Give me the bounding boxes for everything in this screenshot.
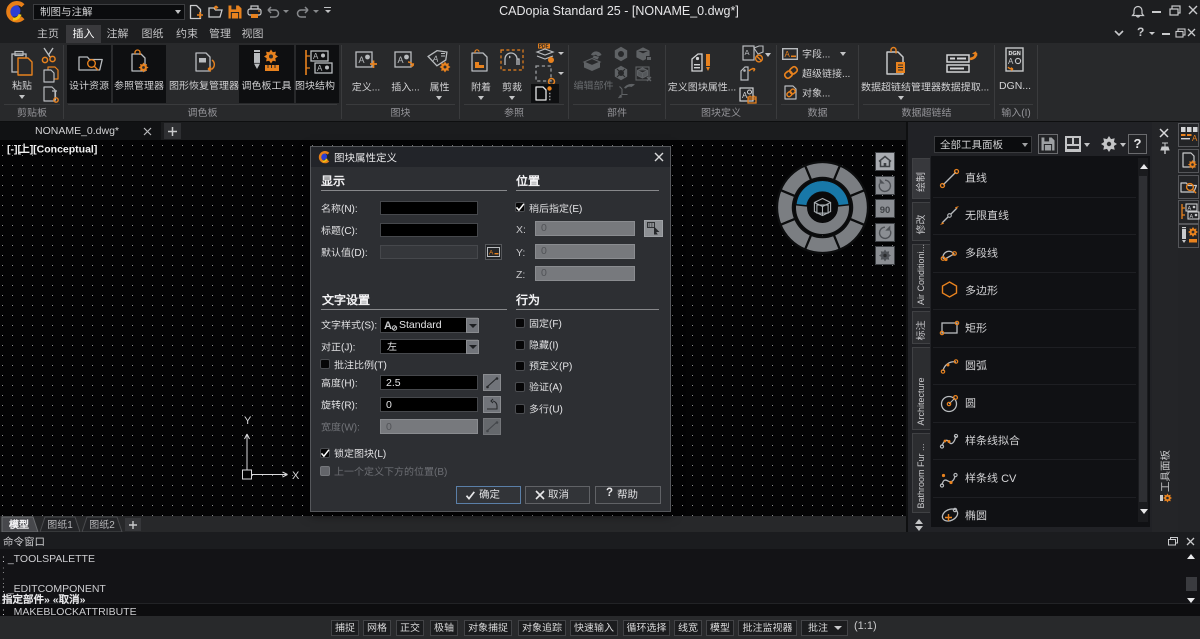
svg-text:(B): (B) <box>434 467 447 478</box>
svg-text:][Conceptual]: ][Conceptual] <box>30 143 98 155</box>
svg-text:Bathroom Fur ...: Bathroom Fur ... <box>916 443 926 508</box>
svg-text:...: ... <box>842 69 850 80</box>
svg-text:...: ... <box>372 83 380 94</box>
svg-text:(E): (E) <box>569 204 582 215</box>
svg-text:...: ... <box>411 83 419 94</box>
svg-text:Architecture: Architecture <box>916 377 926 425</box>
svg-text:...: ... <box>822 89 830 100</box>
svg-text:»: » <box>80 594 86 606</box>
svg-text:1: 1 <box>67 520 73 531</box>
svg-text:(R):: (R): <box>341 401 358 412</box>
svg-text:(N):: (N): <box>341 204 358 215</box>
svg-text:(I): (I) <box>549 341 558 352</box>
svg-text:...: ... <box>981 83 989 94</box>
svg-text:(I): (I) <box>1021 108 1030 119</box>
svg-text:(C):: (C): <box>341 226 358 237</box>
svg-text:(W):: (W): <box>341 423 360 434</box>
svg-text:(L): (L) <box>374 449 386 460</box>
svg-text:...: ... <box>728 83 736 94</box>
svg-text:(H):: (H): <box>341 379 358 390</box>
svg-text:(J):: (J): <box>341 343 355 354</box>
svg-text:(A): (A) <box>549 383 562 394</box>
svg-text:(T): (T) <box>374 361 387 372</box>
svg-text:[-][: [-][ <box>7 143 21 155</box>
svg-text:(U): (U) <box>549 405 563 416</box>
svg-text:CV: CV <box>1001 473 1017 485</box>
svg-text:...: ... <box>822 50 830 61</box>
svg-text:(D):: (D): <box>351 248 368 259</box>
svg-text:(F): (F) <box>549 319 562 330</box>
svg-text:(P): (P) <box>559 362 572 373</box>
svg-text:2: 2 <box>109 520 115 531</box>
svg-text:(S):: (S): <box>361 321 377 332</box>
svg-text:Air Conditioni...: Air Conditioni... <box>916 244 926 305</box>
svg-text:» «: » « <box>44 594 59 606</box>
